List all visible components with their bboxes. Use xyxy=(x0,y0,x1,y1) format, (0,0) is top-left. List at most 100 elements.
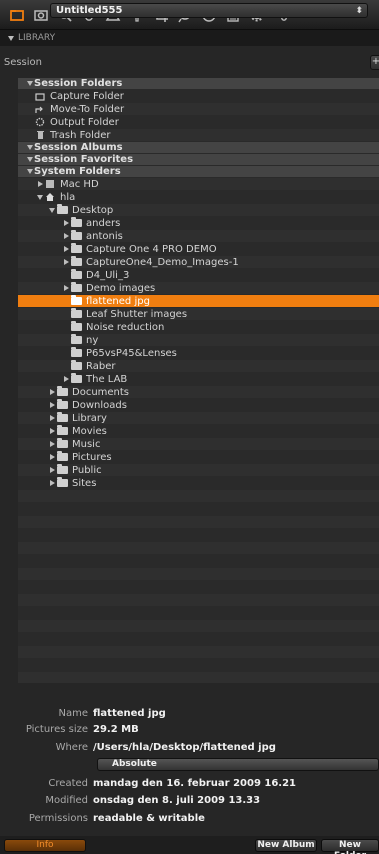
folder-icon xyxy=(56,412,68,423)
folder-icon xyxy=(70,217,82,228)
folder-shape xyxy=(70,217,82,227)
folder-icon xyxy=(70,360,82,371)
session-select[interactable]: Untitled555 ⬍ xyxy=(50,3,368,18)
section-header-session-folders[interactable]: Session Folders xyxy=(18,78,379,89)
tree-item-output-folder[interactable]: Output Folder xyxy=(18,116,379,128)
tree-item-documents[interactable]: Documents xyxy=(18,386,379,398)
folder-icon xyxy=(70,347,82,358)
tree-item-desktop[interactable]: Desktop xyxy=(18,204,379,216)
path-mode-select[interactable]: Absolute xyxy=(97,758,379,771)
folder-icon xyxy=(70,256,82,267)
disclosure-toggle[interactable] xyxy=(48,415,56,421)
tree-item-movies[interactable]: Movies xyxy=(18,425,379,437)
tree-item-public[interactable]: Public xyxy=(18,464,379,476)
disclosure-toggle[interactable] xyxy=(48,389,56,395)
tree-item-label: Downloads xyxy=(72,399,127,411)
folder-shape xyxy=(56,386,68,396)
tree-item-leaf-shutter-images[interactable]: Leaf Shutter images xyxy=(18,308,379,320)
disclosure-open-icon xyxy=(49,207,55,213)
tree-item-music[interactable]: Music xyxy=(18,438,379,450)
disclosure-toggle[interactable] xyxy=(62,376,70,382)
disclosure-closed-icon xyxy=(49,467,55,473)
tree-item-label: Trash Folder xyxy=(50,129,111,141)
empty-row xyxy=(18,607,379,619)
disclosure-toggle[interactable] xyxy=(62,233,70,239)
empty-row xyxy=(18,633,379,645)
tree-item-flattened-jpg[interactable]: flattened jpg xyxy=(18,295,379,307)
disclosure-toggle[interactable] xyxy=(26,145,34,150)
disclosure-closed-icon xyxy=(63,233,69,239)
disclosure-closed-icon xyxy=(49,454,55,460)
tree-item-p65vsp45-lenses[interactable]: P65vsP45&Lenses xyxy=(18,347,379,359)
disclosure-open-icon xyxy=(27,145,33,150)
folder-shape xyxy=(56,464,68,474)
tree-item-d4-uli-3[interactable]: D4_Uli_3 xyxy=(18,269,379,281)
info-where-label: Where xyxy=(55,741,88,753)
empty-row xyxy=(18,594,379,606)
disclosure-closed-icon xyxy=(63,259,69,265)
disclosure-toggle[interactable] xyxy=(48,441,56,447)
folder-icon xyxy=(70,282,82,293)
tree-item-mac-hd[interactable]: Mac HD xyxy=(18,178,379,190)
section-header-session-favorites[interactable]: Session Favorites xyxy=(18,154,379,165)
empty-row xyxy=(18,568,379,580)
trash-icon xyxy=(34,130,46,140)
disclosure-closed-icon xyxy=(63,246,69,252)
disclosure-toggle[interactable] xyxy=(48,207,56,213)
disclosure-closed-icon xyxy=(49,389,55,395)
new-album-button[interactable]: New Album xyxy=(255,839,317,852)
disclosure-toggle[interactable] xyxy=(62,246,70,252)
disclosure-open-icon xyxy=(27,157,33,162)
library-icon[interactable] xyxy=(8,6,26,24)
disclosure-toggle[interactable] xyxy=(48,402,56,408)
tree-item-capture-folder[interactable]: Capture Folder xyxy=(18,90,379,102)
info-button[interactable]: Info xyxy=(4,839,86,852)
tree-item-ny[interactable]: ny xyxy=(18,334,379,346)
folder-shape xyxy=(70,230,82,240)
tree-item-capture-one-4-pro-demo[interactable]: Capture One 4 PRO DEMO xyxy=(18,243,379,255)
tree-item-captureone4-demo-images-1[interactable]: CaptureOne4_Demo_Images-1 xyxy=(18,256,379,268)
info-permissions-label: Permissions xyxy=(28,812,88,824)
disclosure-toggle[interactable] xyxy=(62,259,70,265)
tree-item-demo-images[interactable]: Demo images xyxy=(18,282,379,294)
empty-row xyxy=(18,516,379,528)
tree-item-raber[interactable]: Raber xyxy=(18,360,379,372)
disclosure-toggle[interactable] xyxy=(62,220,70,226)
folder-icon xyxy=(70,243,82,254)
disclosure-toggle[interactable] xyxy=(36,181,44,187)
disclosure-toggle[interactable] xyxy=(26,157,34,162)
info-name-label: Name xyxy=(58,707,88,719)
folder-icon xyxy=(70,295,82,306)
disclosure-toggle[interactable] xyxy=(48,454,56,460)
disclosure-toggle[interactable] xyxy=(62,285,70,291)
tree-item-move-to-folder[interactable]: Move-To Folder xyxy=(18,103,379,115)
tree-item-noise-reduction[interactable]: Noise reduction xyxy=(18,321,379,333)
empty-row xyxy=(18,659,379,671)
tree-item-pictures[interactable]: Pictures xyxy=(18,451,379,463)
tree-item-downloads[interactable]: Downloads xyxy=(18,399,379,411)
section-header-session-albums[interactable]: Session Albums xyxy=(18,142,379,153)
add-session-button[interactable]: + xyxy=(370,55,379,70)
library-section-header[interactable]: LIBRARY xyxy=(0,30,379,46)
folder-shape xyxy=(70,282,82,292)
disclosure-open-icon xyxy=(27,169,33,174)
new-folder-button[interactable]: New Folder xyxy=(321,839,379,854)
disclosure-toggle[interactable] xyxy=(48,467,56,473)
folder-shape xyxy=(56,399,68,409)
tree-item-sites[interactable]: Sites xyxy=(18,477,379,489)
disclosure-toggle[interactable] xyxy=(36,194,44,200)
disclosure-toggle[interactable] xyxy=(48,480,56,486)
disclosure-toggle[interactable] xyxy=(48,428,56,434)
disclosure-toggle[interactable] xyxy=(26,169,34,174)
disclosure-closed-icon xyxy=(63,376,69,382)
tree-item-anders[interactable]: anders xyxy=(18,217,379,229)
tree-item-the-lab[interactable]: The LAB xyxy=(18,373,379,385)
tree-item-antonis[interactable]: antonis xyxy=(18,230,379,242)
tree-item-library[interactable]: Library xyxy=(18,412,379,424)
tree-item-trash-folder[interactable]: Trash Folder xyxy=(18,129,379,141)
disclosure-toggle[interactable] xyxy=(26,81,34,86)
section-header-system-folders[interactable]: System Folders xyxy=(18,166,379,177)
tree-item-hla[interactable]: hla xyxy=(18,191,379,203)
camera-icon[interactable] xyxy=(32,6,50,24)
tree-item-label: Capture Folder xyxy=(50,90,124,102)
